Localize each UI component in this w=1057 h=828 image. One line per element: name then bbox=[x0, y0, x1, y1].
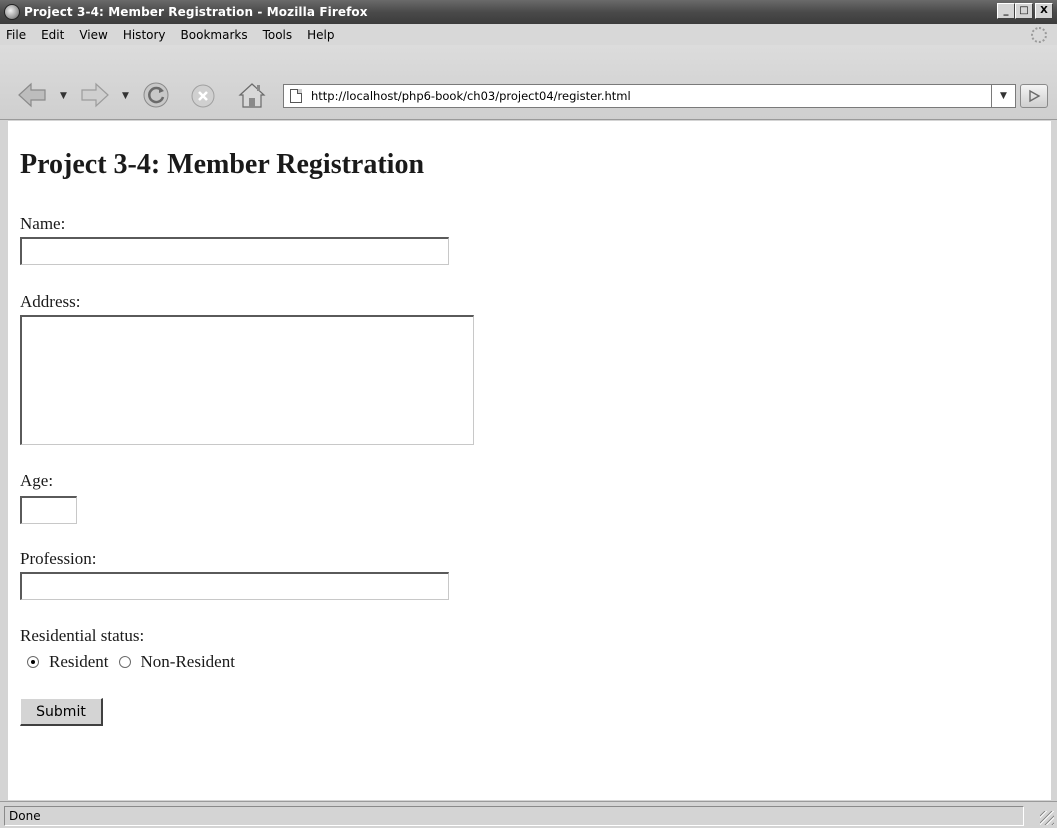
forward-history-dropdown-icon[interactable]: ▼ bbox=[122, 91, 129, 101]
back-arrow-icon[interactable] bbox=[17, 80, 47, 110]
resident-radio-label: Resident bbox=[49, 652, 109, 671]
window-controls: _ □ X bbox=[997, 3, 1053, 19]
menu-help[interactable]: Help bbox=[307, 28, 334, 42]
menu-edit[interactable]: Edit bbox=[41, 28, 64, 42]
stop-icon[interactable] bbox=[190, 83, 216, 109]
forward-arrow-icon[interactable] bbox=[80, 80, 110, 110]
home-icon[interactable] bbox=[237, 80, 267, 110]
page-content bbox=[7, 121, 1051, 800]
url-dropdown-icon[interactable]: ▼ bbox=[992, 84, 1016, 108]
menu-view[interactable]: View bbox=[79, 28, 107, 42]
menu-tools[interactable]: Tools bbox=[263, 28, 293, 42]
submit-button[interactable]: Submit bbox=[20, 698, 103, 726]
maximize-button[interactable]: □ bbox=[1015, 3, 1033, 19]
name-input[interactable] bbox=[20, 237, 449, 265]
non-resident-radio[interactable] bbox=[118, 656, 131, 668]
residential-status-group: Resident Non-Resident bbox=[27, 652, 245, 672]
go-button[interactable] bbox=[1020, 84, 1048, 108]
browser-window: Project 3-4: Member Registration - Mozil… bbox=[0, 0, 1057, 828]
residential-status-label: Residential status: bbox=[20, 626, 145, 645]
menu-bar: File Edit View History Bookmarks Tools H… bbox=[0, 24, 1057, 45]
resize-grip-icon[interactable] bbox=[1040, 811, 1054, 825]
play-icon bbox=[1029, 89, 1041, 103]
page-heading: Project 3-4: Member Registration bbox=[20, 149, 425, 180]
profession-label: Profession: bbox=[20, 549, 97, 568]
minimize-button[interactable]: _ bbox=[997, 3, 1015, 19]
window-title: Project 3-4: Member Registration - Mozil… bbox=[24, 5, 368, 19]
firefox-icon bbox=[4, 4, 20, 20]
throbber-icon bbox=[1031, 27, 1047, 43]
address-textarea[interactable] bbox=[20, 315, 474, 445]
age-input[interactable] bbox=[20, 496, 77, 524]
left-frame bbox=[0, 121, 8, 801]
address-bar[interactable]: http://localhost/php6-book/ch03/project0… bbox=[283, 84, 992, 108]
reload-icon[interactable] bbox=[142, 81, 170, 109]
profession-input[interactable] bbox=[20, 572, 449, 600]
menu-file[interactable]: File bbox=[6, 28, 26, 42]
menu-bookmarks[interactable]: Bookmarks bbox=[181, 28, 248, 42]
status-text: Done bbox=[9, 809, 41, 823]
menu-history[interactable]: History bbox=[123, 28, 166, 42]
close-button[interactable]: X bbox=[1035, 3, 1053, 19]
name-label: Name: bbox=[20, 214, 66, 233]
back-history-dropdown-icon[interactable]: ▼ bbox=[60, 91, 67, 101]
address-label: Address: bbox=[20, 292, 81, 311]
title-bar: Project 3-4: Member Registration - Mozil… bbox=[0, 0, 1057, 24]
age-label: Age: bbox=[20, 471, 54, 490]
url-text[interactable]: http://localhost/php6-book/ch03/project0… bbox=[311, 89, 631, 103]
status-bar: Done bbox=[0, 801, 1057, 828]
right-frame bbox=[1051, 121, 1057, 801]
resident-radio[interactable] bbox=[27, 656, 39, 668]
status-panel: Done bbox=[4, 806, 1024, 826]
non-resident-radio-label: Non-Resident bbox=[140, 652, 235, 671]
page-icon bbox=[290, 89, 302, 103]
